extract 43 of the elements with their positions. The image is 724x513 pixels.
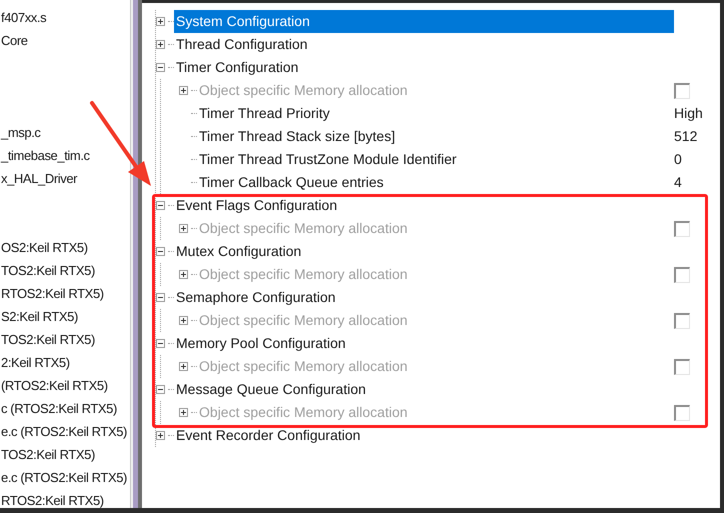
expand-icon[interactable] xyxy=(156,40,166,49)
file-item[interactable]: S2:Keil RTX5) xyxy=(1,306,78,326)
file-item[interactable]: c (RTOS2:Keil RTX5) xyxy=(1,398,117,418)
option-label[interactable]: Timer Thread Stack size [bytes] xyxy=(197,125,396,148)
file-item[interactable]: 2:Keil RTX5) xyxy=(1,352,70,372)
file-item[interactable]: RTOS2:Keil RTX5) xyxy=(1,284,104,304)
tree-group-label[interactable]: System Configuration xyxy=(174,10,674,33)
file-item[interactable]: (RTOS2:Keil RTX5) xyxy=(1,376,108,396)
collapse-icon[interactable] xyxy=(156,201,166,210)
file-item[interactable]: TOS2:Keil RTX5) xyxy=(1,330,95,350)
option-value[interactable]: 512 xyxy=(674,126,698,147)
file-item[interactable]: TOS2:Keil RTX5) xyxy=(1,444,95,464)
file-item[interactable]: TOS2:Keil RTX5) xyxy=(1,260,95,280)
tree-group-label[interactable]: Event Recorder Configuration xyxy=(174,424,360,447)
file-item[interactable]: e.c (RTOS2:Keil RTX5) xyxy=(1,468,127,488)
tree-group-label[interactable]: Semaphore Configuration xyxy=(174,286,336,309)
file-item[interactable]: _msp.c xyxy=(1,122,41,142)
option-label[interactable]: Timer Thread Priority xyxy=(197,102,330,125)
option-value[interactable]: 4 xyxy=(674,172,682,193)
option-label[interactable]: Timer Thread TrustZone Module Identifier xyxy=(197,148,457,171)
collapse-icon[interactable] xyxy=(156,293,166,302)
file-item[interactable]: _timebase_tim.c xyxy=(1,146,90,166)
tree-group-label[interactable]: Event Flags Configuration xyxy=(174,194,338,217)
file-item[interactable]: e.c (RTOS2:Keil RTX5) xyxy=(1,422,127,442)
collapse-icon[interactable] xyxy=(156,385,166,394)
tree-group-label[interactable]: Thread Configuration xyxy=(174,33,308,56)
collapse-icon[interactable] xyxy=(156,247,166,256)
option-label[interactable]: Timer Callback Queue entries xyxy=(197,171,384,194)
option-value[interactable]: 0 xyxy=(674,149,682,170)
tree-group-label[interactable]: Timer Configuration xyxy=(174,56,298,79)
expand-icon[interactable] xyxy=(156,431,166,440)
file-item[interactable]: x_HAL_Driver xyxy=(1,168,78,188)
collapse-icon[interactable] xyxy=(156,339,166,348)
file-item[interactable]: Core xyxy=(1,30,28,50)
tree-group-label[interactable]: Message Queue Configuration xyxy=(174,378,366,401)
expand-icon[interactable] xyxy=(156,17,166,26)
tree-group-label[interactable]: Mutex Configuration xyxy=(174,240,302,263)
file-item[interactable]: f407xx.s xyxy=(1,8,46,28)
option-value[interactable]: High xyxy=(674,103,703,124)
file-item[interactable]: RTOS2:Keil RTX5) xyxy=(1,490,104,508)
collapse-icon[interactable] xyxy=(156,63,166,72)
file-item[interactable]: OS2:Keil RTX5) xyxy=(1,238,88,258)
tree-group-label[interactable]: Memory Pool Configuration xyxy=(174,332,346,355)
